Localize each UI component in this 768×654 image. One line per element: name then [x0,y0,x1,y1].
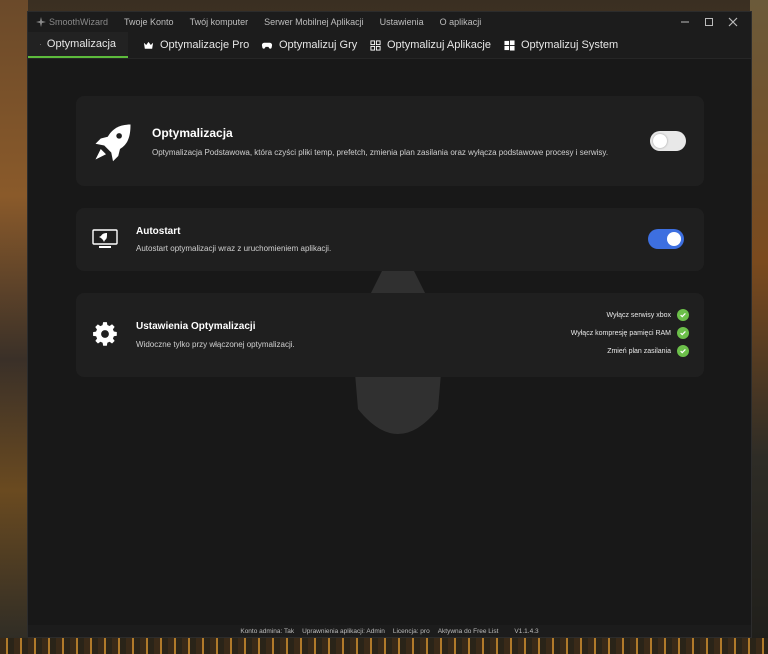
rocket-icon [95,124,131,162]
checkmark-icon [677,309,689,321]
tab-label: Optymalizacje Pro [160,39,250,51]
app-window: SmoothWizard Twoje Konto Twój komputer S… [27,11,752,638]
close-button[interactable] [721,12,745,32]
option-disable-xbox[interactable]: Wyłącz serwisy xbox [606,309,689,321]
desktop-background-right [750,0,768,654]
main-content: Optymalizacja Optymalizacja Podstawowa, … [28,59,751,627]
tab-bar: Optymalizacja Optymalizacje Pro Optymali… [28,32,751,59]
desktop-background-left [0,0,28,654]
option-label: Wyłącz serwisy xbox [606,311,671,319]
windows-icon [504,39,515,51]
menu-item-computer[interactable]: Twój komputer [190,17,249,27]
checkmark-icon [677,345,689,357]
autostart-card: Autostart Autostart optymalizacji wraz z… [76,208,704,271]
apps-grid-icon [370,39,381,51]
autostart-title: Autostart [136,226,181,237]
minimize-icon [681,21,689,23]
tab-optimize-games[interactable]: Optymalizuj Gry [249,32,369,58]
option-change-power-plan[interactable]: Zmień plan zasilania [607,345,689,357]
tab-label: Optymalizacja [46,38,116,50]
maximize-icon [705,18,713,26]
optimization-title: Optymalizacja [152,126,233,140]
status-admin: Konto admina: Tak [240,627,295,635]
autostart-description: Autostart optymalizacji wraz z uruchomie… [136,244,332,253]
taskbar-background [0,638,768,654]
tab-label: Optymalizuj Gry [279,39,358,51]
wizard-logo-icon [36,17,46,27]
status-version: V1.1.4.3 [514,627,539,635]
settings-description: Widoczne tylko przy włączonej optymaliza… [136,340,295,349]
tab-label: Optymalizuj System [521,39,619,51]
app-logo[interactable]: SmoothWizard [36,17,108,27]
status-free-list: Aktywna do Free List [437,627,499,635]
tab-optimize-system[interactable]: Optymalizuj System [492,32,630,58]
status-license: Licencja: pro [392,627,430,635]
tab-label: Optymalizuj Aplikacje [387,39,491,51]
close-icon [728,17,738,27]
minimize-button[interactable] [673,12,697,32]
optimization-toggle[interactable] [650,131,686,151]
title-bar: SmoothWizard Twoje Konto Twój komputer S… [28,12,751,32]
menu-item-about[interactable]: O aplikacji [440,17,482,27]
option-label: Zmień plan zasilania [607,347,671,355]
autostart-toggle[interactable] [648,229,684,249]
menu-item-mobile-server[interactable]: Serwer Mobilnej Aplikacji [264,17,364,27]
option-disable-ram-compression[interactable]: Wyłącz kompresję pamięci RAM [571,327,689,339]
monitor-rocket-icon [92,229,118,248]
tab-optimize-apps[interactable]: Optymalizuj Aplikacje [358,32,503,58]
option-label: Wyłącz kompresję pamięci RAM [570,329,671,337]
crown-icon [143,41,154,49]
menu-item-settings[interactable]: Ustawienia [380,17,424,27]
status-bar: Konto admina: Tak Uprawnienia aplikacji:… [28,625,751,637]
gamepad-icon [261,42,273,49]
top-menu: SmoothWizard Twoje Konto Twój komputer S… [36,12,497,32]
optimization-description: Optymalizacja Podstawowa, która czyści p… [152,148,609,157]
rocket-icon [40,43,41,45]
gear-icon [93,322,117,346]
toggle-knob [653,134,667,148]
menu-item-account[interactable]: Twoje Konto [124,17,174,27]
optimization-card: Optymalizacja Optymalizacja Podstawowa, … [76,96,704,186]
window-controls [673,12,745,32]
checkmark-icon [677,327,689,339]
toggle-knob [667,232,681,246]
settings-card: Ustawienia Optymalizacji Widoczne tylko … [76,293,704,377]
app-name: SmoothWizard [49,17,109,27]
maximize-button[interactable] [697,12,721,32]
tab-optimization-pro[interactable]: Optymalizacje Pro [131,32,261,58]
status-permissions: Uprawnienia aplikacji: Admin [302,627,385,635]
tab-optimization[interactable]: Optymalizacja [28,32,128,58]
settings-title: Ustawienia Optymalizacji [136,321,256,332]
